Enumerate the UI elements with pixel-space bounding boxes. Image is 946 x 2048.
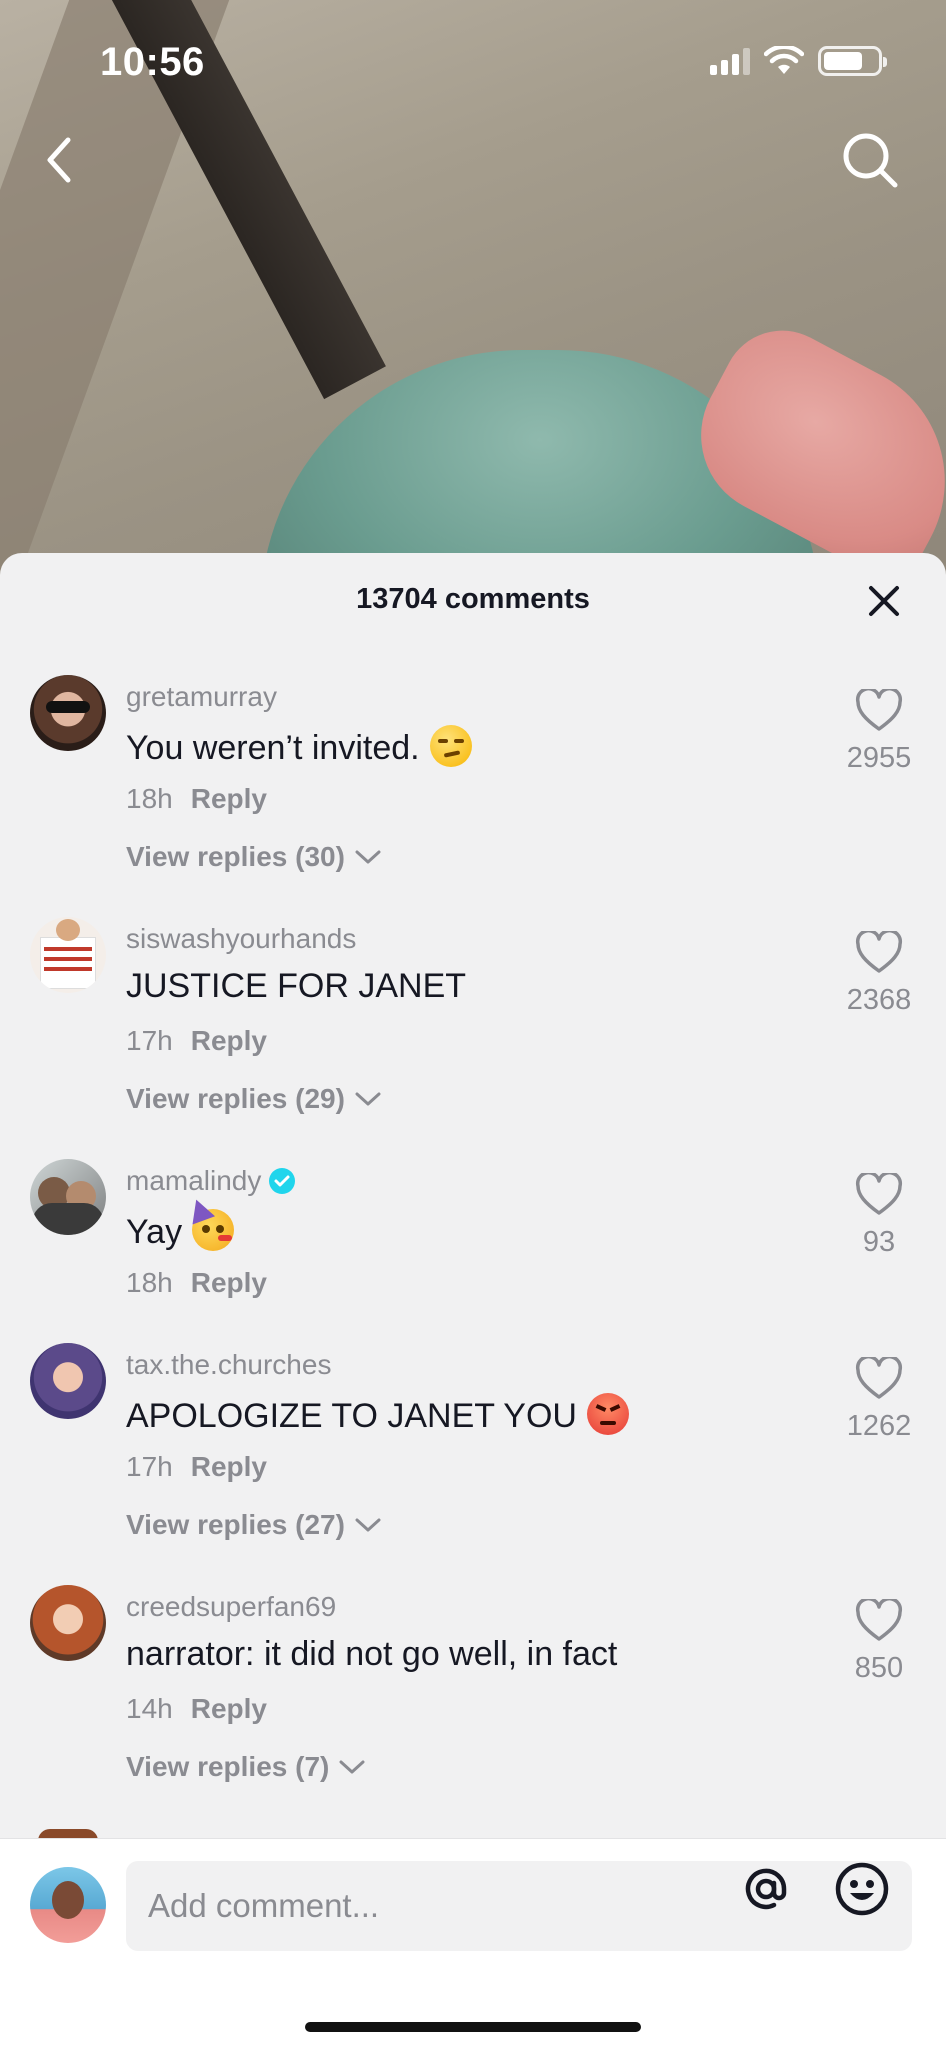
comment-input-bar: Add comment... bbox=[0, 1838, 946, 2048]
comment-item: gretamurray You weren’t invited. 18h Repl… bbox=[0, 675, 946, 915]
like-count: 93 bbox=[862, 1226, 896, 1258]
wifi-icon bbox=[764, 46, 804, 74]
angry-face-emoji-icon bbox=[586, 1393, 629, 1435]
comment-username[interactable]: mamalindy bbox=[126, 1165, 296, 1197]
like-count: 2368 bbox=[846, 984, 912, 1016]
party-face-emoji-icon bbox=[185, 1195, 235, 1251]
comment-text-content: You weren’t invited. bbox=[126, 729, 420, 767]
reply-button[interactable]: Reply bbox=[191, 1451, 267, 1482]
comments-sheet: 13704 comments gretamurray You weren’t i… bbox=[0, 553, 946, 2048]
chevron-down-icon bbox=[339, 1760, 365, 1774]
view-replies-button[interactable]: View replies (7) bbox=[126, 1751, 365, 1783]
reply-button[interactable]: Reply bbox=[191, 1267, 267, 1298]
status-icons bbox=[710, 46, 887, 76]
comment-username[interactable]: creedsuperfan69 bbox=[126, 1591, 336, 1623]
verified-badge-icon bbox=[269, 1168, 296, 1194]
comment-time: 18h bbox=[126, 783, 173, 814]
avatar[interactable] bbox=[30, 917, 106, 993]
view-replies-button[interactable]: View replies (27) bbox=[126, 1509, 381, 1541]
heart-icon bbox=[855, 1355, 903, 1399]
smirk-emoji-icon bbox=[429, 725, 472, 767]
comment-text-content: APOLOGIZE TO JANET YOU bbox=[126, 1397, 577, 1435]
like-count: 850 bbox=[854, 1652, 904, 1684]
reply-button[interactable]: Reply bbox=[191, 783, 267, 814]
comment-time: 17h bbox=[126, 1451, 173, 1482]
comment-meta: 18h Reply bbox=[126, 1267, 267, 1299]
like-button[interactable]: 850 bbox=[834, 1597, 924, 1685]
avatar[interactable] bbox=[30, 675, 106, 751]
chevron-down-icon bbox=[355, 1092, 381, 1106]
comment-item: creedsuperfan69 narrator: it did not go … bbox=[0, 1585, 946, 1825]
comment-text: narrator: it did not go well, in fact bbox=[126, 1635, 618, 1673]
comment-time: 17h bbox=[126, 1025, 173, 1056]
comment-username-text: mamalindy bbox=[126, 1165, 262, 1196]
comment-item: tax.the.churches APOLOGIZE TO JANET YOU … bbox=[0, 1343, 946, 1583]
avatar[interactable] bbox=[30, 1159, 106, 1235]
emoji-icon[interactable] bbox=[834, 1861, 890, 1917]
heart-icon bbox=[855, 1597, 903, 1641]
view-replies-label: View replies (27) bbox=[126, 1509, 345, 1540]
battery-icon bbox=[818, 46, 887, 76]
comment-meta: 17h Reply bbox=[126, 1451, 267, 1483]
comment-text: Yay bbox=[126, 1195, 235, 1252]
comment-time: 14h bbox=[126, 1693, 173, 1724]
chevron-down-icon bbox=[355, 1518, 381, 1532]
like-button[interactable]: 93 bbox=[834, 1171, 924, 1259]
like-count: 1262 bbox=[846, 1410, 912, 1442]
comment-input-placeholder: Add comment... bbox=[148, 1887, 380, 1924]
comment-meta: 18h Reply bbox=[126, 783, 267, 815]
home-indicator bbox=[305, 2022, 641, 2032]
comment-text: JUSTICE FOR JANET bbox=[126, 967, 467, 1005]
avatar[interactable] bbox=[30, 1585, 106, 1661]
like-button[interactable]: 2368 bbox=[834, 929, 924, 1017]
search-icon[interactable] bbox=[840, 130, 900, 190]
view-replies-button[interactable]: View replies (29) bbox=[126, 1083, 381, 1115]
view-replies-label: View replies (29) bbox=[126, 1083, 345, 1114]
mention-icon[interactable] bbox=[738, 1861, 794, 1917]
comment-text: APOLOGIZE TO JANET YOU bbox=[126, 1393, 629, 1436]
comment-time: 18h bbox=[126, 1267, 173, 1298]
avatar[interactable] bbox=[30, 1343, 106, 1419]
view-replies-button[interactable]: View replies (30) bbox=[126, 841, 381, 873]
reply-button[interactable]: Reply bbox=[191, 1025, 267, 1056]
avatar bbox=[30, 1867, 106, 1943]
back-icon[interactable] bbox=[38, 132, 82, 188]
view-replies-label: View replies (30) bbox=[126, 841, 345, 872]
comment-text: You weren’t invited. bbox=[126, 725, 472, 768]
like-button[interactable]: 2955 bbox=[834, 687, 924, 775]
video-background bbox=[0, 0, 946, 580]
status-time: 10:56 bbox=[100, 40, 205, 84]
comment-text-content: Yay bbox=[126, 1213, 183, 1251]
heart-icon bbox=[855, 687, 903, 731]
comment-username[interactable]: gretamurray bbox=[126, 681, 277, 713]
close-icon[interactable] bbox=[866, 583, 902, 619]
heart-icon bbox=[855, 929, 903, 973]
comment-meta: 17h Reply bbox=[126, 1025, 267, 1057]
heart-icon bbox=[855, 1171, 903, 1215]
view-replies-label: View replies (7) bbox=[126, 1751, 330, 1782]
comment-input[interactable]: Add comment... bbox=[126, 1861, 912, 1951]
signal-icon bbox=[710, 47, 750, 75]
comment-meta: 14h Reply bbox=[126, 1693, 267, 1725]
chevron-down-icon bbox=[355, 850, 381, 864]
comment-username[interactable]: tax.the.churches bbox=[126, 1349, 331, 1381]
reply-button[interactable]: Reply bbox=[191, 1693, 267, 1724]
comment-username[interactable]: siswashyourhands bbox=[126, 923, 356, 955]
comment-item: siswashyourhands JUSTICE FOR JANET 17h Re… bbox=[0, 917, 946, 1157]
comments-count-title: 13704 comments bbox=[356, 583, 590, 615]
like-button[interactable]: 1262 bbox=[834, 1355, 924, 1443]
comment-item: mamalindy Yay 18h Reply 93 bbox=[0, 1159, 946, 1339]
like-count: 2955 bbox=[846, 742, 912, 774]
